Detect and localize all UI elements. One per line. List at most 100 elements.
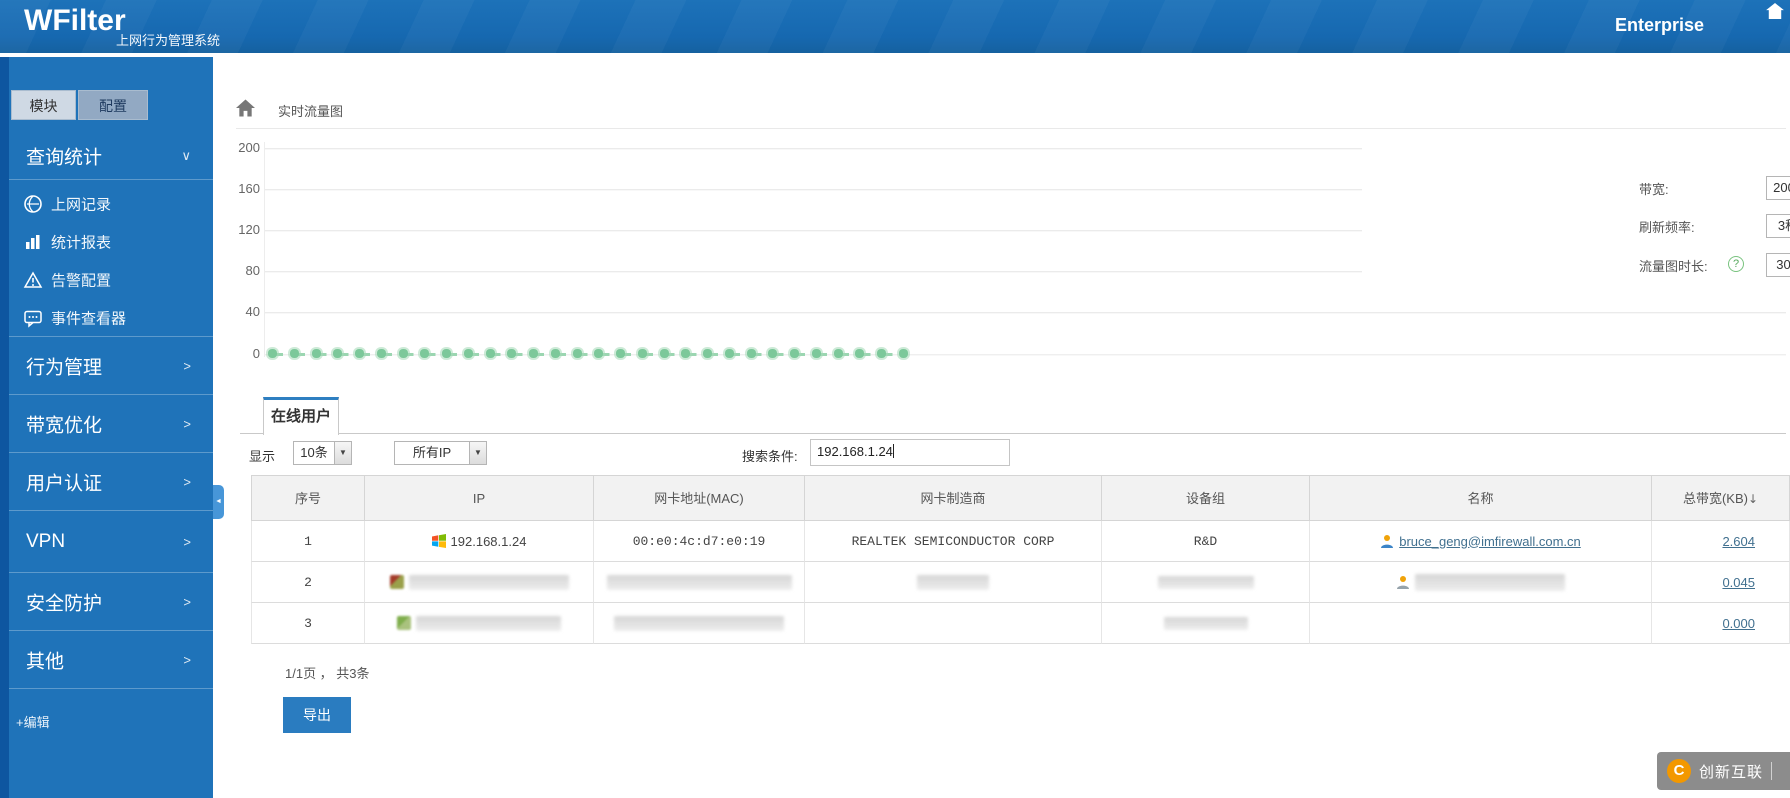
series-marker [703, 349, 713, 358]
cell-mac-masked [594, 562, 805, 603]
help-question-icon[interactable]: ? [1728, 256, 1744, 272]
home-icon[interactable] [1766, 3, 1784, 19]
y-tick-label: 200 [238, 140, 260, 155]
show-label: 显示 [249, 449, 276, 464]
y-tick-label: 80 [245, 263, 260, 278]
y-tick-label: 120 [238, 222, 260, 237]
sidebar-item-stat-reports[interactable]: 统计报表 [9, 223, 213, 261]
select-value: 200Mb [1773, 180, 1790, 195]
series-marker [594, 349, 604, 358]
sidebar-section-vpn[interactable]: VPN > [9, 511, 213, 573]
cell-no: 3 [251, 603, 365, 644]
text-caret [892, 444, 894, 458]
sidebar-item-event-viewer[interactable]: 事件查看器 [9, 299, 213, 337]
watermark-text: 创新互联 [1698, 763, 1763, 781]
os-icon-masked [397, 616, 411, 630]
cell-group-masked [1102, 562, 1310, 603]
y-tick-label: 160 [238, 181, 260, 196]
cell-group: R&D [1102, 521, 1310, 562]
chevron-right-icon: > [183, 534, 191, 549]
series-marker [681, 349, 691, 358]
col-header-bandwidth[interactable]: 总带宽(KB)↓ [1652, 475, 1790, 521]
export-button[interactable]: 导出 [283, 697, 351, 733]
series-marker [376, 349, 386, 358]
sidebar-tab-config[interactable]: 配置 [78, 90, 148, 120]
series-marker [507, 349, 517, 358]
dropdown-arrow-icon[interactable]: ▼ [334, 442, 351, 464]
series-marker [550, 349, 560, 358]
col-header-no[interactable]: 序号 [251, 475, 365, 521]
report-chart-icon [26, 235, 40, 249]
edition-label: Enterprise [1615, 15, 1705, 35]
col-header-ip[interactable]: IP [365, 475, 594, 521]
user-icon [1381, 535, 1394, 548]
chevron-right-icon: > [183, 652, 191, 667]
user-name-link[interactable]: bruce_geng@imfirewall.com.cn [1399, 534, 1581, 549]
col-header-name[interactable]: 名称 [1310, 475, 1652, 521]
sidebar-section-user-auth[interactable]: 用户认证 > [9, 453, 213, 511]
duration-select[interactable]: 30秒 ▼ [1766, 253, 1790, 277]
ip-scope-select[interactable]: 所有IP ▼ [394, 441, 487, 465]
chevron-down-icon: ∨ [181, 147, 191, 163]
wfilter-app: WFilter 上网行为管理系统 Enterprise 模块 配置 查询统计 ∨… [0, 0, 1790, 798]
sidebar-section-other[interactable]: 其他 > [9, 631, 213, 689]
section-label: 行为管理 [26, 357, 103, 379]
sidebar-section-bandwidth-opt[interactable]: 带宽优化 > [9, 395, 213, 453]
sidebar-collapse-handle[interactable]: ◄ [213, 485, 224, 519]
select-value: 所有IP [412, 445, 452, 460]
sidebar-item-alert-config[interactable]: 告警配置 [9, 261, 213, 299]
masked-value [1163, 616, 1248, 630]
series-marker [833, 349, 843, 358]
chart-controls: 带宽: 200Mb ▼ 刷新频率: 3秒 ▼ 流量图时长: ? 30秒 ▼ [1362, 147, 1790, 289]
breadcrumb-home-icon[interactable] [236, 99, 255, 117]
item-label: 事件查看器 [51, 310, 127, 327]
tab-online-users[interactable]: 在线用户 [263, 397, 339, 435]
bandwidth-select[interactable]: 200Mb ▼ [1766, 176, 1790, 200]
page-size-select[interactable]: 10条 ▼ [293, 441, 352, 465]
series-marker [442, 349, 452, 358]
chevron-right-icon: > [183, 474, 191, 489]
main-content: 实时流量图 200 160 120 80 40 0 带宽: 200Mb ▼ [222, 57, 1790, 798]
series-marker [637, 349, 647, 358]
col-header-vendor[interactable]: 网卡制造商 [805, 475, 1102, 521]
sort-down-icon: ↓ [1747, 492, 1759, 506]
masked-value [408, 574, 569, 590]
bandwidth-link[interactable]: 2.604 [1722, 534, 1755, 549]
dropdown-arrow-icon[interactable]: ▼ [469, 442, 486, 464]
cell-vendor: REALTEK SEMICONDUCTOR CORP [805, 521, 1102, 562]
sidebar-tab-modules[interactable]: 模块 [11, 90, 76, 120]
chevron-right-icon: > [183, 416, 191, 431]
cell-name-masked [1310, 562, 1652, 603]
watermark-separator [1771, 762, 1772, 780]
refresh-select[interactable]: 3秒 ▼ [1766, 214, 1790, 238]
series-marker [811, 349, 821, 358]
col-header-mac[interactable]: 网卡地址(MAC) [594, 475, 805, 521]
sidebar-item-web-records[interactable]: 上网记录 [9, 185, 213, 223]
cell-vendor-masked [805, 562, 1102, 603]
watermark: C 创新互联 [1656, 752, 1790, 790]
y-tick-label: 0 [252, 346, 260, 361]
series-marker [746, 349, 756, 358]
pagination-info: 1/1页 ， 共3条 [285, 666, 370, 681]
masked-value [1157, 575, 1254, 589]
series-marker [289, 349, 299, 358]
browser-e-icon [24, 195, 42, 213]
windows-os-icon [431, 534, 446, 548]
section-label: 查询统计 [26, 147, 103, 168]
col-header-group[interactable]: 设备组 [1102, 475, 1310, 521]
table-header-row: 序号 IP 网卡地址(MAC) 网卡制造商 设备组 名称 总带宽(KB)↓ [251, 475, 1790, 521]
duration-label: 流量图时长: [1639, 259, 1708, 274]
bandwidth-link[interactable]: 0.000 [1722, 616, 1755, 631]
series-marker [768, 349, 778, 358]
series-marker [572, 349, 582, 358]
cell-vendor-empty [805, 603, 1102, 644]
sidebar-edit-link[interactable]: +编辑 [16, 712, 50, 731]
traffic-series [268, 349, 908, 359]
sidebar-section-security[interactable]: 安全防护 > [9, 573, 213, 631]
app-subtitle: 上网行为管理系统 [116, 33, 221, 48]
bandwidth-link[interactable]: 0.045 [1722, 575, 1755, 590]
search-input[interactable]: 192.168.1.24 [810, 439, 1010, 466]
sidebar-section-behavior-mgmt[interactable]: 行为管理 > [9, 338, 213, 395]
table-row: 2 0.045 [251, 562, 1790, 603]
sidebar-section-query-stats[interactable]: 查询统计 ∨ [9, 132, 213, 180]
